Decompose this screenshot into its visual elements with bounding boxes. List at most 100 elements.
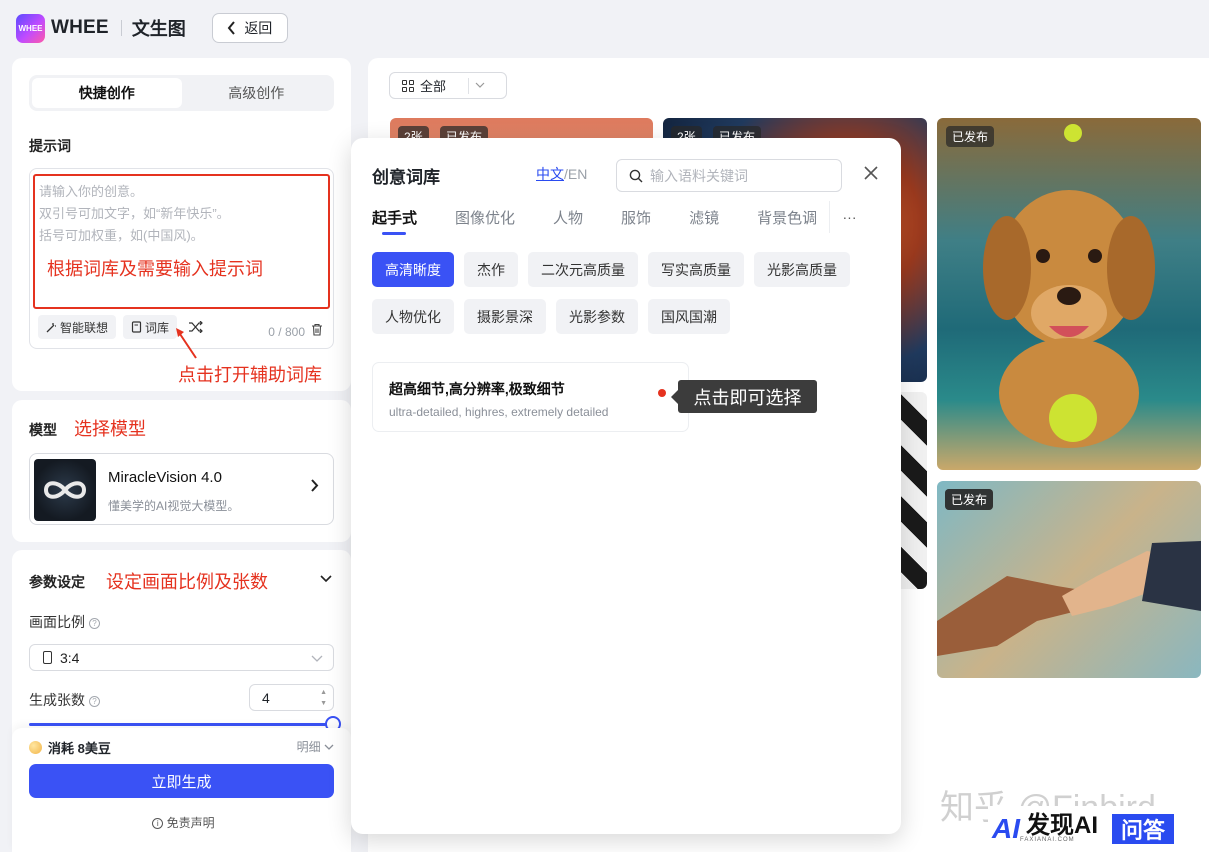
gallery-image-dog[interactable] (937, 118, 1201, 470)
published-badge: 已发布 (946, 126, 995, 147)
annotation-dot (658, 389, 666, 397)
tab-category[interactable]: 服饰 (621, 207, 651, 228)
prompt-label: 提示词 (29, 138, 71, 154)
tab-advanced-create[interactable]: 高级创作 (182, 78, 332, 108)
char-counter: 0 / 800 (268, 325, 305, 339)
whee-logo[interactable]: WHEE (16, 13, 45, 43)
trash-icon[interactable] (311, 323, 323, 336)
gallery-image-handshake[interactable]: 已发布 已发布 (937, 481, 1201, 678)
bean-icon (29, 741, 42, 754)
annotation-arrow (176, 328, 197, 359)
divider (120, 20, 122, 36)
stepper-arrows[interactable]: ▲ ▼ (320, 687, 327, 709)
params-annotation: 设定画面比例及张数 (106, 572, 268, 592)
prompt-input[interactable]: 请输入你的创意。 双引号可加文字，如“新年快乐”。 括号可加权重，如(中国风)。… (29, 168, 334, 349)
model-selector[interactable]: MiracleVision 4.0 懂美学的AI视觉大模型。 (29, 453, 334, 525)
logo-mark-text: WHEE (18, 23, 43, 33)
close-icon[interactable] (863, 165, 879, 181)
grid-icon (402, 79, 414, 92)
portrait-ratio-icon (43, 651, 52, 664)
language-toggle: 中文/EN (536, 164, 587, 184)
tab-quick-create[interactable]: 快捷创作 (32, 78, 182, 108)
count-stepper[interactable]: 4 ▲ ▼ (249, 684, 334, 711)
page-title: 文生图 (131, 19, 186, 39)
tag-chip[interactable]: 高清晰度 (372, 252, 454, 287)
tab-category[interactable]: 人物 (553, 207, 583, 228)
term-card[interactable]: 超高细节,高分辨率,极致细节 ultra-detailed, highres, … (372, 362, 689, 432)
filter-label: 全部 (420, 79, 447, 94)
help-icon[interactable]: ? (89, 696, 100, 707)
more-categories-button[interactable]: ··· (829, 201, 869, 233)
prompt-placeholder-line: 请输入你的创意。 (39, 184, 144, 199)
published-badge: 已发布 (945, 489, 994, 510)
tab-category[interactable]: 滤镜 (689, 207, 719, 228)
creative-library-dialog: 创意词库 中文/EN 输入语料关键词 起手式 图像优化 人物 服饰 滤镜 背景色… (351, 138, 901, 834)
library-search-input[interactable]: 输入语料关键词 (616, 159, 842, 192)
tag-chip[interactable]: 写实高质量 (648, 252, 744, 287)
lang-zh[interactable]: 中文 (536, 166, 564, 182)
chevron-right-icon (311, 479, 319, 492)
smart-suggest-button[interactable]: 智能联想 (38, 315, 117, 339)
chevron-down-icon (311, 655, 323, 662)
params-label: 参数设定 (29, 574, 85, 590)
filter-select[interactable]: 全部 (389, 72, 507, 99)
library-annotation: 点击打开辅助词库 (178, 365, 322, 385)
chevron-down-icon[interactable] (320, 575, 332, 583)
disclaimer-link[interactable]: i 免责声明 (12, 814, 351, 831)
prompt-annotation: 根据词库及需要输入提示词 (47, 259, 263, 279)
tag-chip[interactable]: 国风国潮 (648, 299, 730, 334)
ratio-value: 3:4 (60, 649, 80, 666)
model-description: 懂美学的AI视觉大模型。 (108, 499, 240, 513)
tab-category[interactable]: 起手式 (372, 207, 417, 235)
library-label: 词库 (145, 320, 170, 335)
search-icon (629, 169, 643, 182)
count-slider-track[interactable] (29, 723, 334, 726)
tag-chip[interactable]: 光影高质量 (754, 252, 850, 287)
help-icon[interactable]: ? (89, 618, 100, 629)
count-value: 4 (262, 689, 270, 706)
magic-wand-icon (46, 322, 56, 332)
brand-qa: 问答 (1112, 814, 1174, 844)
top-bar: WHEE WHEE 文生图 返回 (0, 0, 1209, 56)
count-label: 生成张数? (29, 690, 100, 710)
chevron-down-icon (475, 82, 485, 88)
ratio-select[interactable]: 3:4 (29, 644, 334, 671)
generate-button[interactable]: 立即生成 (29, 764, 334, 798)
term-english: ultra-detailed, highres, extremely detai… (389, 405, 609, 419)
ratio-label-text: 画面比例 (29, 614, 85, 630)
handshake-illustration (937, 541, 1201, 656)
count-label-text: 生成张数 (29, 692, 85, 708)
brand-chinese: 发现AI (1026, 812, 1098, 839)
model-annotation: 选择模型 (74, 419, 146, 439)
prompt-placeholder-line: 括号可加权重，如(中国风)。 (39, 228, 204, 243)
cost-label: 消耗 8美豆 (48, 741, 111, 756)
tag-chip[interactable]: 杰作 (464, 252, 518, 287)
tag-chip[interactable]: 人物优化 (372, 299, 454, 334)
tag-chip[interactable]: 摄影景深 (464, 299, 546, 334)
search-placeholder: 输入语料关键词 (650, 167, 748, 184)
lang-en[interactable]: EN (568, 166, 587, 182)
term-chinese: 超高细节,高分辨率,极致细节 (389, 381, 565, 397)
category-tabs: 起手式 图像优化 人物 服饰 滤镜 背景色调 (372, 207, 855, 235)
tab-category[interactable]: 图像优化 (455, 207, 515, 228)
disclaimer-label: 免责声明 (166, 816, 215, 830)
detail-label: 明细 (296, 740, 321, 754)
ratio-label: 画面比例? (29, 612, 100, 632)
dog-illustration (983, 124, 1155, 448)
generate-footer: 消耗 8美豆 明细 立即生成 i 免责声明 (12, 728, 351, 852)
model-card: 模型 选择模型 MiracleVision 4.0 懂美学的AI视觉大模型。 (12, 400, 351, 542)
detail-toggle[interactable]: 明细 (297, 738, 334, 755)
prompt-placeholder-line: 双引号可加文字，如“新年快乐”。 (39, 206, 230, 221)
back-button[interactable]: 返回 (211, 13, 288, 43)
brand-ai-logo: AI (992, 813, 1020, 844)
dialog-title: 创意词库 (372, 168, 440, 187)
library-button[interactable]: 词库 (123, 315, 178, 339)
tab-category[interactable]: 背景色调 (757, 207, 817, 228)
cost-info: 消耗 8美豆 (29, 738, 111, 757)
back-label: 返回 (244, 20, 273, 36)
model-name: MiracleVision 4.0 (108, 469, 222, 486)
divider (468, 77, 470, 94)
tag-chip[interactable]: 光影参数 (556, 299, 638, 334)
tag-chip[interactable]: 二次元高质量 (528, 252, 638, 287)
logo-text: WHEE (51, 17, 109, 38)
